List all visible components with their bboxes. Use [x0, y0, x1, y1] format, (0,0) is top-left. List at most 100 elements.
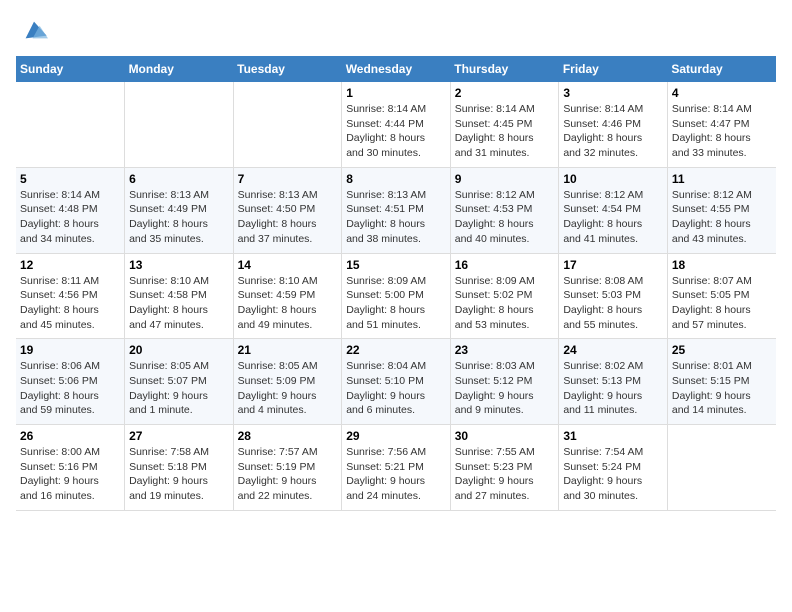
day-number: 18: [672, 258, 772, 272]
calendar-cell: 15Sunrise: 8:09 AM Sunset: 5:00 PM Dayli…: [342, 253, 451, 339]
day-number: 28: [238, 429, 338, 443]
day-info: Sunrise: 7:55 AM Sunset: 5:23 PM Dayligh…: [455, 445, 555, 504]
day-info: Sunrise: 8:14 AM Sunset: 4:46 PM Dayligh…: [563, 102, 663, 161]
day-number: 16: [455, 258, 555, 272]
calendar-cell: 7Sunrise: 8:13 AM Sunset: 4:50 PM Daylig…: [233, 167, 342, 253]
calendar-cell: 16 Sunrise: 8:09 AM Sunset: 5:02 PM Dayli…: [450, 253, 559, 339]
day-info: Sunrise: 7:56 AM Sunset: 5:21 PM Dayligh…: [346, 445, 446, 504]
weekday-header: Tuesday: [233, 56, 342, 82]
day-info: Sunrise: 8:05 AM Sunset: 5:09 PM Dayligh…: [238, 359, 338, 418]
day-info: Sunrise: 8:14 AM Sunset: 4:44 PM Dayligh…: [346, 102, 446, 161]
day-info: Sunrise: 7:58 AM Sunset: 5:18 PM Dayligh…: [129, 445, 229, 504]
calendar-cell: [125, 82, 234, 167]
calendar-cell: 6Sunrise: 8:13 AM Sunset: 4:49 PM Daylig…: [125, 167, 234, 253]
calendar-week-row: 26 Sunrise: 8:00 AM Sunset: 5:16 PM Dayli…: [16, 425, 776, 511]
day-number: 11: [672, 172, 772, 186]
calendar-cell: 21 Sunrise: 8:05 AM Sunset: 5:09 PM Dayli…: [233, 339, 342, 425]
day-info: Sunrise: 8:12 AM Sunset: 4:53 PM Dayligh…: [455, 188, 555, 247]
calendar-cell: 18Sunrise: 8:07 AM Sunset: 5:05 PM Dayli…: [667, 253, 776, 339]
day-info: Sunrise: 8:11 AM Sunset: 4:56 PM Dayligh…: [20, 274, 120, 333]
day-number: 19: [20, 343, 120, 357]
day-info: Sunrise: 8:04 AM Sunset: 5:10 PM Dayligh…: [346, 359, 446, 418]
day-number: 31: [563, 429, 663, 443]
day-number: 9: [455, 172, 555, 186]
day-info: Sunrise: 8:14 AM Sunset: 4:45 PM Dayligh…: [455, 102, 555, 161]
day-number: 1: [346, 86, 446, 100]
day-number: 30: [455, 429, 555, 443]
day-number: 23: [455, 343, 555, 357]
day-number: 6: [129, 172, 229, 186]
calendar-cell: 14 Sunrise: 8:10 AM Sunset: 4:59 PM Dayli…: [233, 253, 342, 339]
calendar-cell: [233, 82, 342, 167]
logo: [16, 16, 48, 44]
calendar-cell: 27 Sunrise: 7:58 AM Sunset: 5:18 PM Dayli…: [125, 425, 234, 511]
calendar-cell: 10 Sunrise: 8:12 AM Sunset: 4:54 PM Dayli…: [559, 167, 668, 253]
calendar-week-row: 12 Sunrise: 8:11 AM Sunset: 4:56 PM Dayli…: [16, 253, 776, 339]
day-info: Sunrise: 8:09 AM Sunset: 5:00 PM Dayligh…: [346, 274, 446, 333]
calendar-header-row: SundayMondayTuesdayWednesdayThursdayFrid…: [16, 56, 776, 82]
day-number: 2: [455, 86, 555, 100]
day-info: Sunrise: 8:09 AM Sunset: 5:02 PM Dayligh…: [455, 274, 555, 333]
day-number: 13: [129, 258, 229, 272]
page-header: [16, 16, 776, 44]
calendar-week-row: 1 Sunrise: 8:14 AM Sunset: 4:44 PM Daylig…: [16, 82, 776, 167]
day-number: 21: [238, 343, 338, 357]
calendar-week-row: 19 Sunrise: 8:06 AM Sunset: 5:06 PM Dayli…: [16, 339, 776, 425]
calendar-cell: 13 Sunrise: 8:10 AM Sunset: 4:58 PM Dayli…: [125, 253, 234, 339]
day-info: Sunrise: 8:05 AM Sunset: 5:07 PM Dayligh…: [129, 359, 229, 418]
calendar-cell: 19 Sunrise: 8:06 AM Sunset: 5:06 PM Dayli…: [16, 339, 125, 425]
calendar-cell: 8Sunrise: 8:13 AM Sunset: 4:51 PM Daylig…: [342, 167, 451, 253]
day-info: Sunrise: 8:08 AM Sunset: 5:03 PM Dayligh…: [563, 274, 663, 333]
day-number: 12: [20, 258, 120, 272]
day-number: 29: [346, 429, 446, 443]
weekday-header: Monday: [125, 56, 234, 82]
calendar-table: SundayMondayTuesdayWednesdayThursdayFrid…: [16, 56, 776, 511]
weekday-header: Saturday: [667, 56, 776, 82]
calendar-cell: 9 Sunrise: 8:12 AM Sunset: 4:53 PM Daylig…: [450, 167, 559, 253]
day-number: 17: [563, 258, 663, 272]
day-number: 7: [238, 172, 338, 186]
day-number: 4: [672, 86, 772, 100]
day-info: Sunrise: 7:54 AM Sunset: 5:24 PM Dayligh…: [563, 445, 663, 504]
day-info: Sunrise: 8:02 AM Sunset: 5:13 PM Dayligh…: [563, 359, 663, 418]
calendar-cell: 11 Sunrise: 8:12 AM Sunset: 4:55 PM Dayli…: [667, 167, 776, 253]
day-number: 5: [20, 172, 120, 186]
day-info: Sunrise: 8:06 AM Sunset: 5:06 PM Dayligh…: [20, 359, 120, 418]
day-number: 27: [129, 429, 229, 443]
calendar-cell: 4 Sunrise: 8:14 AM Sunset: 4:47 PM Daylig…: [667, 82, 776, 167]
day-number: 26: [20, 429, 120, 443]
calendar-cell: [16, 82, 125, 167]
day-number: 20: [129, 343, 229, 357]
day-info: Sunrise: 8:10 AM Sunset: 4:58 PM Dayligh…: [129, 274, 229, 333]
calendar-cell: 2 Sunrise: 8:14 AM Sunset: 4:45 PM Daylig…: [450, 82, 559, 167]
calendar-cell: 23 Sunrise: 8:03 AM Sunset: 5:12 PM Dayli…: [450, 339, 559, 425]
calendar-cell: 26 Sunrise: 8:00 AM Sunset: 5:16 PM Dayli…: [16, 425, 125, 511]
calendar-cell: 17 Sunrise: 8:08 AM Sunset: 5:03 PM Dayli…: [559, 253, 668, 339]
calendar-cell: 29 Sunrise: 7:56 AM Sunset: 5:21 PM Dayli…: [342, 425, 451, 511]
calendar-cell: 12 Sunrise: 8:11 AM Sunset: 4:56 PM Dayli…: [16, 253, 125, 339]
day-number: 24: [563, 343, 663, 357]
day-number: 3: [563, 86, 663, 100]
weekday-header: Sunday: [16, 56, 125, 82]
weekday-header: Wednesday: [342, 56, 451, 82]
day-info: Sunrise: 8:00 AM Sunset: 5:16 PM Dayligh…: [20, 445, 120, 504]
day-number: 10: [563, 172, 663, 186]
calendar-cell: 3 Sunrise: 8:14 AM Sunset: 4:46 PM Daylig…: [559, 82, 668, 167]
day-info: Sunrise: 8:12 AM Sunset: 4:55 PM Dayligh…: [672, 188, 772, 247]
day-info: Sunrise: 8:03 AM Sunset: 5:12 PM Dayligh…: [455, 359, 555, 418]
day-info: Sunrise: 8:13 AM Sunset: 4:51 PM Dayligh…: [346, 188, 446, 247]
day-info: Sunrise: 8:12 AM Sunset: 4:54 PM Dayligh…: [563, 188, 663, 247]
day-info: Sunrise: 8:14 AM Sunset: 4:47 PM Dayligh…: [672, 102, 772, 161]
calendar-week-row: 5Sunrise: 8:14 AM Sunset: 4:48 PM Daylig…: [16, 167, 776, 253]
calendar-cell: 20 Sunrise: 8:05 AM Sunset: 5:07 PM Dayli…: [125, 339, 234, 425]
day-info: Sunrise: 8:01 AM Sunset: 5:15 PM Dayligh…: [672, 359, 772, 418]
calendar-cell: 22 Sunrise: 8:04 AM Sunset: 5:10 PM Dayli…: [342, 339, 451, 425]
calendar-cell: 5Sunrise: 8:14 AM Sunset: 4:48 PM Daylig…: [16, 167, 125, 253]
day-number: 22: [346, 343, 446, 357]
calendar-cell: 24 Sunrise: 8:02 AM Sunset: 5:13 PM Dayli…: [559, 339, 668, 425]
day-info: Sunrise: 8:10 AM Sunset: 4:59 PM Dayligh…: [238, 274, 338, 333]
logo-icon: [20, 16, 48, 44]
calendar-cell: 1 Sunrise: 8:14 AM Sunset: 4:44 PM Daylig…: [342, 82, 451, 167]
weekday-header: Friday: [559, 56, 668, 82]
day-number: 14: [238, 258, 338, 272]
